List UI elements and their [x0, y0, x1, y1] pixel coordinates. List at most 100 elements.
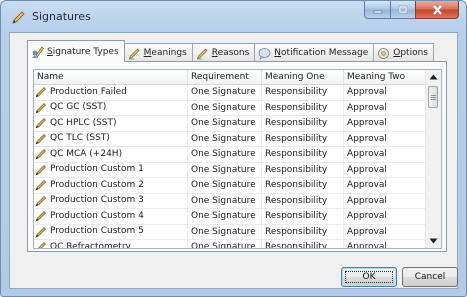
table-row[interactable]: QC HPLC (SST) One Signature Responsibility…: [34, 116, 426, 132]
cell-requirement: One Signature: [188, 193, 262, 208]
table-row[interactable]: Production Failed One Signature Responsibi…: [34, 85, 426, 101]
cell-requirement: One Signature: [188, 131, 262, 146]
signature-types-grid[interactable]: Name Requirement Meaning One Meaning Two…: [33, 69, 442, 249]
cell-meaning-one: Responsibility: [262, 100, 344, 115]
cell-name: QC MCA (+24H): [34, 147, 188, 162]
pen-icon: [35, 195, 46, 207]
pen-icon: [35, 87, 46, 98]
cell-name-text: Production Custom 4: [50, 210, 144, 221]
tab-label: Options: [393, 48, 428, 58]
pen-user-icon: [32, 46, 44, 58]
ok-button[interactable]: OK: [341, 267, 397, 287]
close-button[interactable]: [415, 1, 459, 19]
cell-requirement: One Signature: [188, 224, 262, 239]
cell-name-text: Production Custom 5: [50, 226, 144, 236]
tab-strip: Signature Types Meanings Reasons Notific…: [27, 40, 434, 62]
table-row[interactable]: Production Custom 1 One Signature Responsi…: [34, 162, 426, 178]
cell-meaning-one: Responsibility: [262, 209, 344, 224]
tab-meanings[interactable]: Meanings: [123, 43, 193, 62]
grid-rows: Production Failed One Signature Responsibi…: [34, 85, 426, 249]
cell-meaning-two: Approval: [344, 209, 426, 224]
pen-icon: [35, 226, 46, 238]
cell-name: Production Custom 1: [34, 162, 188, 177]
cell-name-text: QC MCA (+24H): [50, 148, 123, 159]
table-row[interactable]: Production Custom 2 One Signature Responsi…: [34, 178, 426, 194]
pen-icon: [35, 118, 46, 129]
tab-label: Reasons: [211, 48, 250, 58]
table-row[interactable]: QC Refractometry One Signature Responsibil…: [34, 240, 426, 249]
column-header-meaning-one[interactable]: Meaning One: [262, 70, 344, 84]
cell-meaning-two: Approval: [344, 131, 426, 146]
pen-icon: [128, 48, 140, 59]
cell-name: Production Custom 4: [34, 209, 188, 224]
cell-name-text: Production Failed: [50, 86, 127, 97]
caption-buttons: [364, 1, 459, 20]
cell-name-text: Production Custom 2: [50, 179, 144, 190]
cell-name-text: QC Refractometry: [50, 241, 131, 249]
cell-meaning-one: Responsibility: [262, 131, 344, 146]
scroll-down-button[interactable]: [426, 234, 441, 248]
cell-requirement: One Signature: [188, 147, 262, 162]
tab-reasons[interactable]: Reasons: [191, 43, 256, 62]
table-row[interactable]: Production Custom 3 One Signature Responsi…: [34, 193, 426, 209]
minimize-button[interactable]: [364, 1, 390, 19]
cell-meaning-two: Approval: [344, 162, 426, 177]
cell-requirement: One Signature: [188, 240, 262, 248]
table-row[interactable]: QC GC (SST) One Signature Responsibility Ap…: [34, 100, 426, 116]
cell-requirement: One Signature: [188, 209, 262, 224]
cell-meaning-two: Approval: [344, 193, 426, 208]
cell-name-text: QC TLC (SST): [50, 133, 110, 143]
cell-meaning-one: Responsibility: [262, 193, 344, 208]
scroll-thumb[interactable]: [428, 86, 438, 108]
vertical-scrollbar[interactable]: [425, 70, 441, 248]
cell-name: Production Failed: [34, 85, 188, 100]
cell-meaning-one: Responsibility: [262, 224, 344, 239]
cell-meaning-two: Approval: [344, 116, 426, 131]
table-row[interactable]: QC TLC (SST) One Signature Responsibility A…: [34, 131, 426, 147]
cell-meaning-one: Responsibility: [262, 85, 344, 100]
cell-requirement: One Signature: [188, 178, 262, 193]
cell-name: QC GC (SST): [34, 100, 188, 115]
column-header-meaning-two[interactable]: Meaning Two: [344, 70, 426, 84]
title-bar[interactable]: Signatures: [1, 1, 466, 32]
pen-icon: [12, 11, 25, 24]
pen-icon: [38, 242, 46, 248]
pen-icon: [196, 48, 208, 59]
cell-meaning-two: Approval: [344, 85, 426, 100]
options-icon: [378, 47, 390, 59]
window-title: Signatures: [32, 10, 91, 23]
maximize-button[interactable]: [390, 1, 415, 19]
cell-name: Production Custom 5: [34, 224, 188, 239]
cell-meaning-two: Approval: [344, 240, 426, 248]
cell-meaning-one: Responsibility: [262, 162, 344, 177]
close-icon: [432, 4, 442, 15]
cell-name: Production Custom 2: [34, 178, 188, 193]
cell-meaning-one: Responsibility: [262, 240, 344, 248]
cancel-button-label: Cancel: [414, 272, 446, 282]
cell-name-text: Production Custom 3: [50, 195, 144, 205]
table-row[interactable]: Production Custom 5 One Signature Responsi…: [34, 224, 426, 240]
tab-options[interactable]: Options: [373, 43, 434, 62]
cell-name: Production Custom 3: [34, 193, 188, 208]
cell-meaning-two: Approval: [344, 224, 426, 239]
dialog-body: Signature Types Meanings Reasons Notific…: [9, 32, 458, 289]
tab-panel-signature-types: Name Requirement Meaning One Meaning Two…: [27, 61, 447, 252]
cell-name: QC Refractometry: [34, 240, 188, 249]
cell-name: QC HPLC (SST): [34, 116, 188, 131]
cell-meaning-one: Responsibility: [262, 147, 344, 162]
pen-icon: [35, 211, 46, 222]
table-row[interactable]: Production Custom 4 One Signature Responsi…: [34, 209, 426, 225]
pen-icon: [35, 164, 46, 176]
column-header-name[interactable]: Name: [34, 70, 188, 84]
tab-signature-types[interactable]: Signature Types: [27, 40, 125, 62]
maximize-icon: [398, 5, 408, 13]
scroll-up-button[interactable]: [426, 70, 441, 84]
tab-label: Signature Types: [47, 46, 119, 57]
table-row[interactable]: QC MCA (+24H) One Signature Responsibility…: [34, 147, 426, 163]
tab-notification-message[interactable]: Notification Message: [254, 43, 375, 62]
tab-label: Notification Message: [274, 48, 369, 58]
cell-meaning-one: Responsibility: [262, 116, 344, 131]
minimize-icon: [373, 10, 382, 13]
cancel-button[interactable]: Cancel: [402, 267, 458, 287]
column-header-requirement[interactable]: Requirement: [188, 70, 262, 84]
